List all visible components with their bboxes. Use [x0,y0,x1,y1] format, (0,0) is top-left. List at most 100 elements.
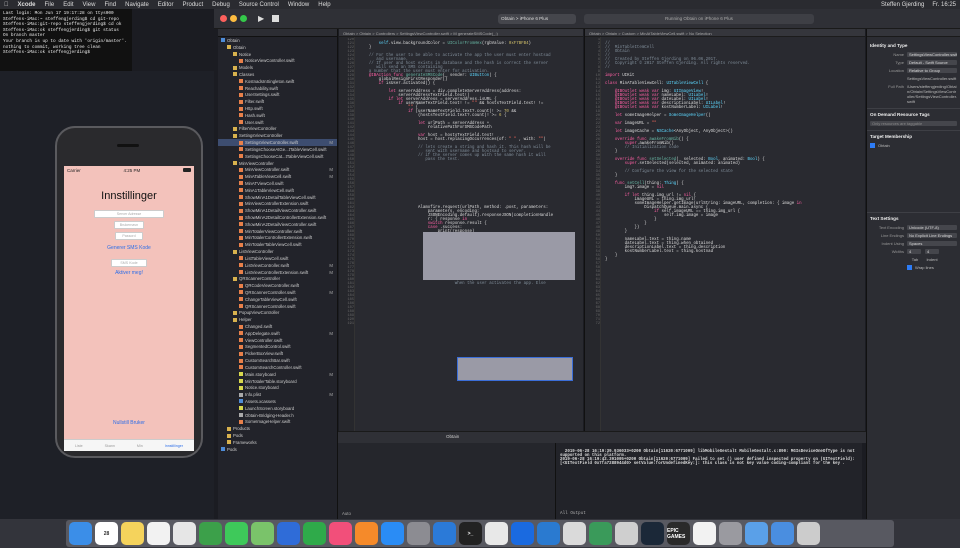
indent-using-select[interactable]: Spaces [907,240,957,246]
navigator-item[interactable]: Info.plist M [218,391,337,398]
navigator-item[interactable]: MinViewController [218,160,337,167]
zoom-window-icon[interactable] [240,15,247,22]
navigator-item[interactable]: ListTableViewCell.swift [218,255,337,262]
navigator-item[interactable]: ListViewController.swift M [218,262,337,269]
debug-scope-label[interactable]: Obtain [446,434,459,439]
menu-item-window[interactable]: Window [288,2,309,8]
navigator-item[interactable]: SomeImageHelper.swift [218,419,337,426]
menu-item-source-control[interactable]: Source Control [239,2,279,8]
navigator-item[interactable]: SettingsChooseAtGe...tTableViewCell.swif… [218,146,337,153]
navigator-item[interactable]: SegmentedControl.swift [218,344,337,351]
photos-icon[interactable] [173,522,196,545]
all-output-label[interactable]: All Output [560,511,586,516]
navigator-item[interactable]: Helper [218,316,337,323]
navigator-item[interactable]: ShowMinA2DetailViewController.swift [218,221,337,228]
file-type-select[interactable]: Default - Swift Source [907,59,957,65]
navigator-item[interactable]: ChangeTableViewCell.swift [218,296,337,303]
navigator-item[interactable]: AppDelegate.swift M [218,330,337,337]
close-window-icon[interactable] [220,15,227,22]
navigator-item[interactable]: Filter.swift [218,98,337,105]
run-icon[interactable]: ▶ [258,14,264,23]
finder-icon[interactable] [69,522,92,545]
tab-width-field[interactable]: 4 [907,248,921,254]
navigator-item[interactable]: Main.storyboard M [218,371,337,378]
menu-item-find[interactable]: Find [104,2,116,8]
mysql-icon[interactable] [563,522,586,545]
simulator-icon[interactable] [615,522,638,545]
folder-icon[interactable] [745,522,768,545]
keynote-icon[interactable] [277,522,300,545]
navigator-item[interactable]: QRScannerController.swift [218,303,337,310]
navigator-item[interactable]: Models [218,64,337,71]
menu-app-name[interactable]: Xcode [18,2,36,8]
navigator-item[interactable]: User.swift [218,119,337,126]
tab-liste[interactable]: Liste [75,444,83,448]
navigator-item[interactable]: ListViewControllerExtension.swift M [218,269,337,276]
navigator-item[interactable]: ShowMinA1DetailTableViewCell.swift [218,194,337,201]
navigator-item[interactable]: MinTotalerViewController.swift [218,228,337,235]
books-icon[interactable] [355,522,378,545]
calendar-icon[interactable]: 28 [95,522,118,545]
navigator-item[interactable]: NoticeViewController.swift [218,57,337,64]
console-output[interactable]: 2019-06-28 16:19:39.936033+0200 Obtain[1… [556,443,862,519]
menu-item-debug[interactable]: Debug [212,2,230,8]
settings-icon[interactable] [407,522,430,545]
odr-tags-field[interactable]: Only resources are taggable [870,120,957,126]
navigator-item[interactable]: KostnadsInSingleton.swift [218,78,337,85]
auto-filter-label[interactable]: Auto [342,511,351,516]
file-name-field[interactable]: SettingsViewController.swift [907,51,957,57]
navigator-item[interactable]: UserSettings.swift [218,92,337,99]
navigator-item[interactable]: MinTotalerControllerExtension.swift [218,235,337,242]
appstore-icon[interactable] [381,522,404,545]
menu-clock[interactable]: Fr. 16:25 [932,2,956,8]
editor-right[interactable]: Obtain > Obtain > Custom > MinAtTableVie… [584,29,865,431]
navigator-item[interactable]: Pods [218,432,337,439]
navigator-item[interactable]: Frameworks [218,439,337,446]
maps-icon[interactable] [251,522,274,545]
navigator-item[interactable]: Pods [218,446,337,453]
navigator-item[interactable]: PickerBoxView.swift [218,350,337,357]
navigator-item[interactable]: MinTotalerTableViewCell.swift [218,241,337,248]
preview-icon[interactable] [719,522,742,545]
navigator-item[interactable]: Changed.swift [218,323,337,330]
tab-skann[interactable]: Skann [105,444,115,448]
stop-icon[interactable] [272,15,279,22]
numbers-icon[interactable] [303,522,326,545]
teamviewer-icon[interactable] [511,522,534,545]
facetime-icon[interactable] [199,522,222,545]
navigator-item[interactable]: MinATableViewCell.swift M [218,173,337,180]
scheme-selector[interactable]: Obtain > iPhone 6 Plus [498,14,576,24]
apple-icon[interactable]:  [4,2,9,8]
navigator-item[interactable]: QRCodeViewController.swift [218,282,337,289]
navigator-item[interactable]: Assets.xcassets [218,398,337,405]
navigator-item[interactable]: ShowMinA2DetailControllerExtension.swift [218,214,337,221]
navigator-item[interactable]: QRScannerController.swift M [218,289,337,296]
inspector-tabs[interactable] [867,29,960,37]
menu-item-product[interactable]: Product [182,2,203,8]
navigator-item[interactable]: Obtain-Bridging-Header.h [218,412,337,419]
reminders-icon[interactable] [147,522,170,545]
jump-bar-left[interactable]: Obtain > Obtain > Controllers > Settings… [339,29,583,37]
navigator-item[interactable]: SettingsChooseCat...tTableViewCell.swift [218,153,337,160]
navigator-item[interactable]: ViewController.swift [218,337,337,344]
menu-user[interactable]: Steffen Gjerding [881,2,924,8]
navigator-item[interactable]: Notice.storyboard [218,384,337,391]
menu-item-navigate[interactable]: Navigate [125,2,149,8]
menu-item-file[interactable]: File [45,2,55,8]
navigator-item[interactable]: Classes [218,71,337,78]
navigator-item[interactable]: SettingsViewController [218,132,337,139]
document-icon[interactable] [693,522,716,545]
minimize-window-icon[interactable] [230,15,237,22]
navigator-item[interactable]: MinViewController.swift M [218,166,337,173]
indent-width-field[interactable]: 4 [925,248,939,254]
navigator-item[interactable]: PopupViewController [218,310,337,317]
navigator-item[interactable]: FilterViewController [218,126,337,133]
menu-item-edit[interactable]: Edit [63,2,73,8]
navigator-tabs[interactable] [218,29,337,37]
generate-sms-link[interactable]: Generer SMS Kode [64,245,194,251]
navigator-item[interactable]: Notice [218,51,337,58]
downloads-icon[interactable] [771,522,794,545]
navigator-item[interactable]: LaunchScreen.storyboard [218,405,337,412]
server-address-field[interactable]: Server Adresse [94,210,164,218]
menu-item-help[interactable]: Help [318,2,330,8]
